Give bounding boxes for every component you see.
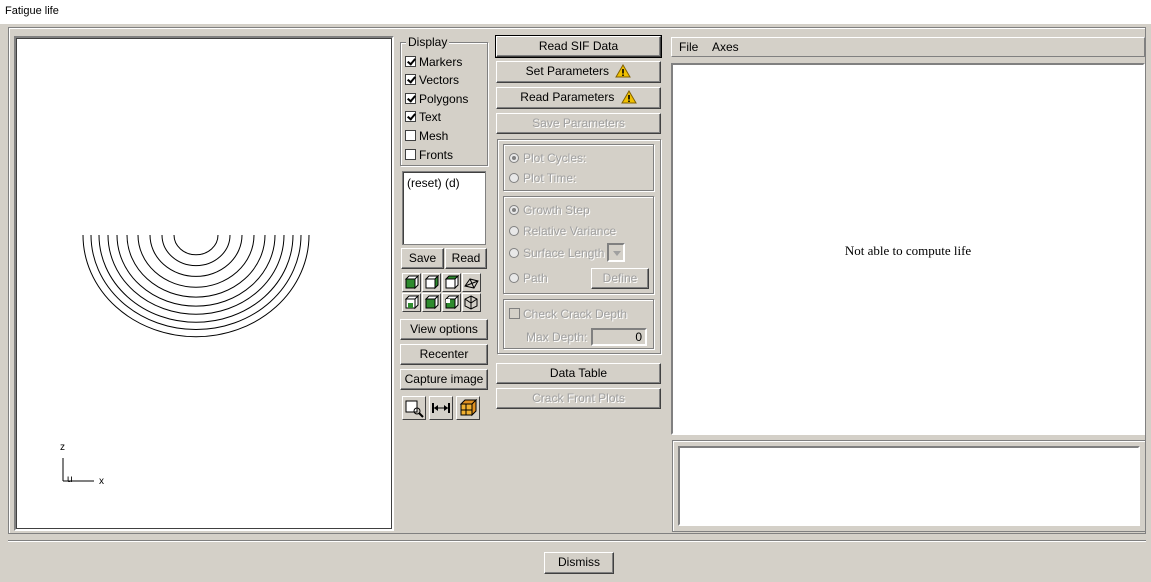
crack-front-arc xyxy=(90,234,302,330)
menu-axes[interactable]: Axes xyxy=(712,40,739,54)
window-title: Fatigue life xyxy=(5,5,59,17)
history-list[interactable]: (reset) (d) xyxy=(402,171,486,245)
checkbox-polygons[interactable]: Polygons xyxy=(405,91,468,107)
max-depth-label: Max Depth: xyxy=(526,330,588,344)
bottom-view-icon[interactable] xyxy=(402,293,421,312)
surface-length-dropdown[interactable] xyxy=(607,243,625,262)
checkbox-box xyxy=(405,56,416,67)
top-view-icon[interactable] xyxy=(422,293,441,312)
checkbox-box xyxy=(405,130,416,141)
crack-front-arc xyxy=(161,234,231,267)
checkbox-box xyxy=(405,111,416,122)
view-options-button[interactable]: View options xyxy=(400,319,488,340)
crack-front-arc xyxy=(149,234,243,277)
define-button[interactable]: Define xyxy=(591,268,649,289)
read-button[interactable]: Read xyxy=(445,248,487,269)
checkbox-markers[interactable]: Markers xyxy=(405,54,462,70)
checkbox-mesh[interactable]: Mesh xyxy=(405,128,448,144)
warning-icon xyxy=(615,64,632,78)
checkbox-box xyxy=(405,93,416,104)
checkbox-text[interactable]: Text xyxy=(405,109,441,125)
radio-surface-length[interactable]: Surface Length xyxy=(509,245,604,261)
radio-growth-step[interactable]: Growth Step xyxy=(509,202,590,218)
checkbox-vectors[interactable]: Vectors xyxy=(405,72,459,88)
back-view-icon[interactable] xyxy=(442,273,461,292)
checkbox-box xyxy=(405,74,416,85)
set-parameters-button[interactable]: Set Parameters xyxy=(496,61,661,83)
iso-view-icon[interactable] xyxy=(462,293,481,312)
axis-z-label: z xyxy=(60,442,65,453)
recenter-button[interactable]: Recenter xyxy=(400,344,488,365)
radio-dot xyxy=(509,205,519,215)
display-legend: Display xyxy=(406,35,450,49)
radio-dot xyxy=(509,153,519,163)
read-parameters-button[interactable]: Read Parameters xyxy=(496,87,661,109)
warning-icon xyxy=(620,90,637,104)
life-plot-area[interactable]: Not able to compute life xyxy=(671,63,1145,435)
zoom-icon[interactable] xyxy=(402,396,426,420)
checkbox-box xyxy=(509,308,520,319)
wireframe-icon[interactable] xyxy=(462,273,481,292)
axis-u-label: u xyxy=(67,474,73,485)
left-view-icon[interactable] xyxy=(442,293,461,312)
save-button[interactable]: Save xyxy=(401,248,444,269)
crack-front-arc xyxy=(116,234,276,307)
crack-front-drawing: z x u xyxy=(60,234,310,487)
plot-menubar: File Axes xyxy=(671,37,1145,57)
read-sif-data-button[interactable]: Read SIF Data xyxy=(496,36,661,57)
radio-dot xyxy=(509,226,519,236)
radio-plot-cycles[interactable]: Plot Cycles: xyxy=(509,150,586,166)
save-parameters-button[interactable]: Save Parameters xyxy=(496,113,661,134)
radio-path[interactable]: Path xyxy=(509,270,548,286)
checkbox-box xyxy=(405,149,416,160)
radio-dot xyxy=(509,173,519,183)
axis-x-label: x xyxy=(99,476,104,487)
capture-image-button[interactable]: Capture image xyxy=(400,369,488,390)
title-bar: Fatigue life xyxy=(0,0,1151,24)
list-item[interactable]: (reset) (d) xyxy=(407,176,481,190)
model-viewport[interactable]: z x u xyxy=(14,36,394,531)
dismiss-button[interactable]: Dismiss xyxy=(544,552,614,574)
max-depth-input[interactable]: 0 xyxy=(591,328,647,346)
crack-front-arc xyxy=(173,234,219,256)
radio-dot xyxy=(509,273,519,283)
message-box[interactable] xyxy=(678,446,1140,526)
side-view-icon[interactable] xyxy=(422,273,441,292)
radio-plot-time[interactable]: Plot Time: xyxy=(509,170,576,186)
radio-relative-variance[interactable]: Relative Variance xyxy=(509,223,616,239)
checkbox-check-crack-depth[interactable]: Check Crack Depth xyxy=(509,306,627,322)
checkbox-fronts[interactable]: Fronts xyxy=(405,147,453,163)
footer-separator xyxy=(8,540,1146,542)
crack-front-plots-button[interactable]: Crack Front Plots xyxy=(496,388,661,409)
fit-width-icon[interactable] xyxy=(429,396,453,420)
menu-file[interactable]: File xyxy=(679,40,698,54)
plot-message: Not able to compute life xyxy=(844,243,972,258)
crack-front-arc xyxy=(137,234,255,288)
render-mode-icon[interactable] xyxy=(456,396,480,420)
radio-dot xyxy=(509,248,519,258)
data-table-button[interactable]: Data Table xyxy=(496,363,661,384)
front-view-icon[interactable] xyxy=(402,273,421,292)
